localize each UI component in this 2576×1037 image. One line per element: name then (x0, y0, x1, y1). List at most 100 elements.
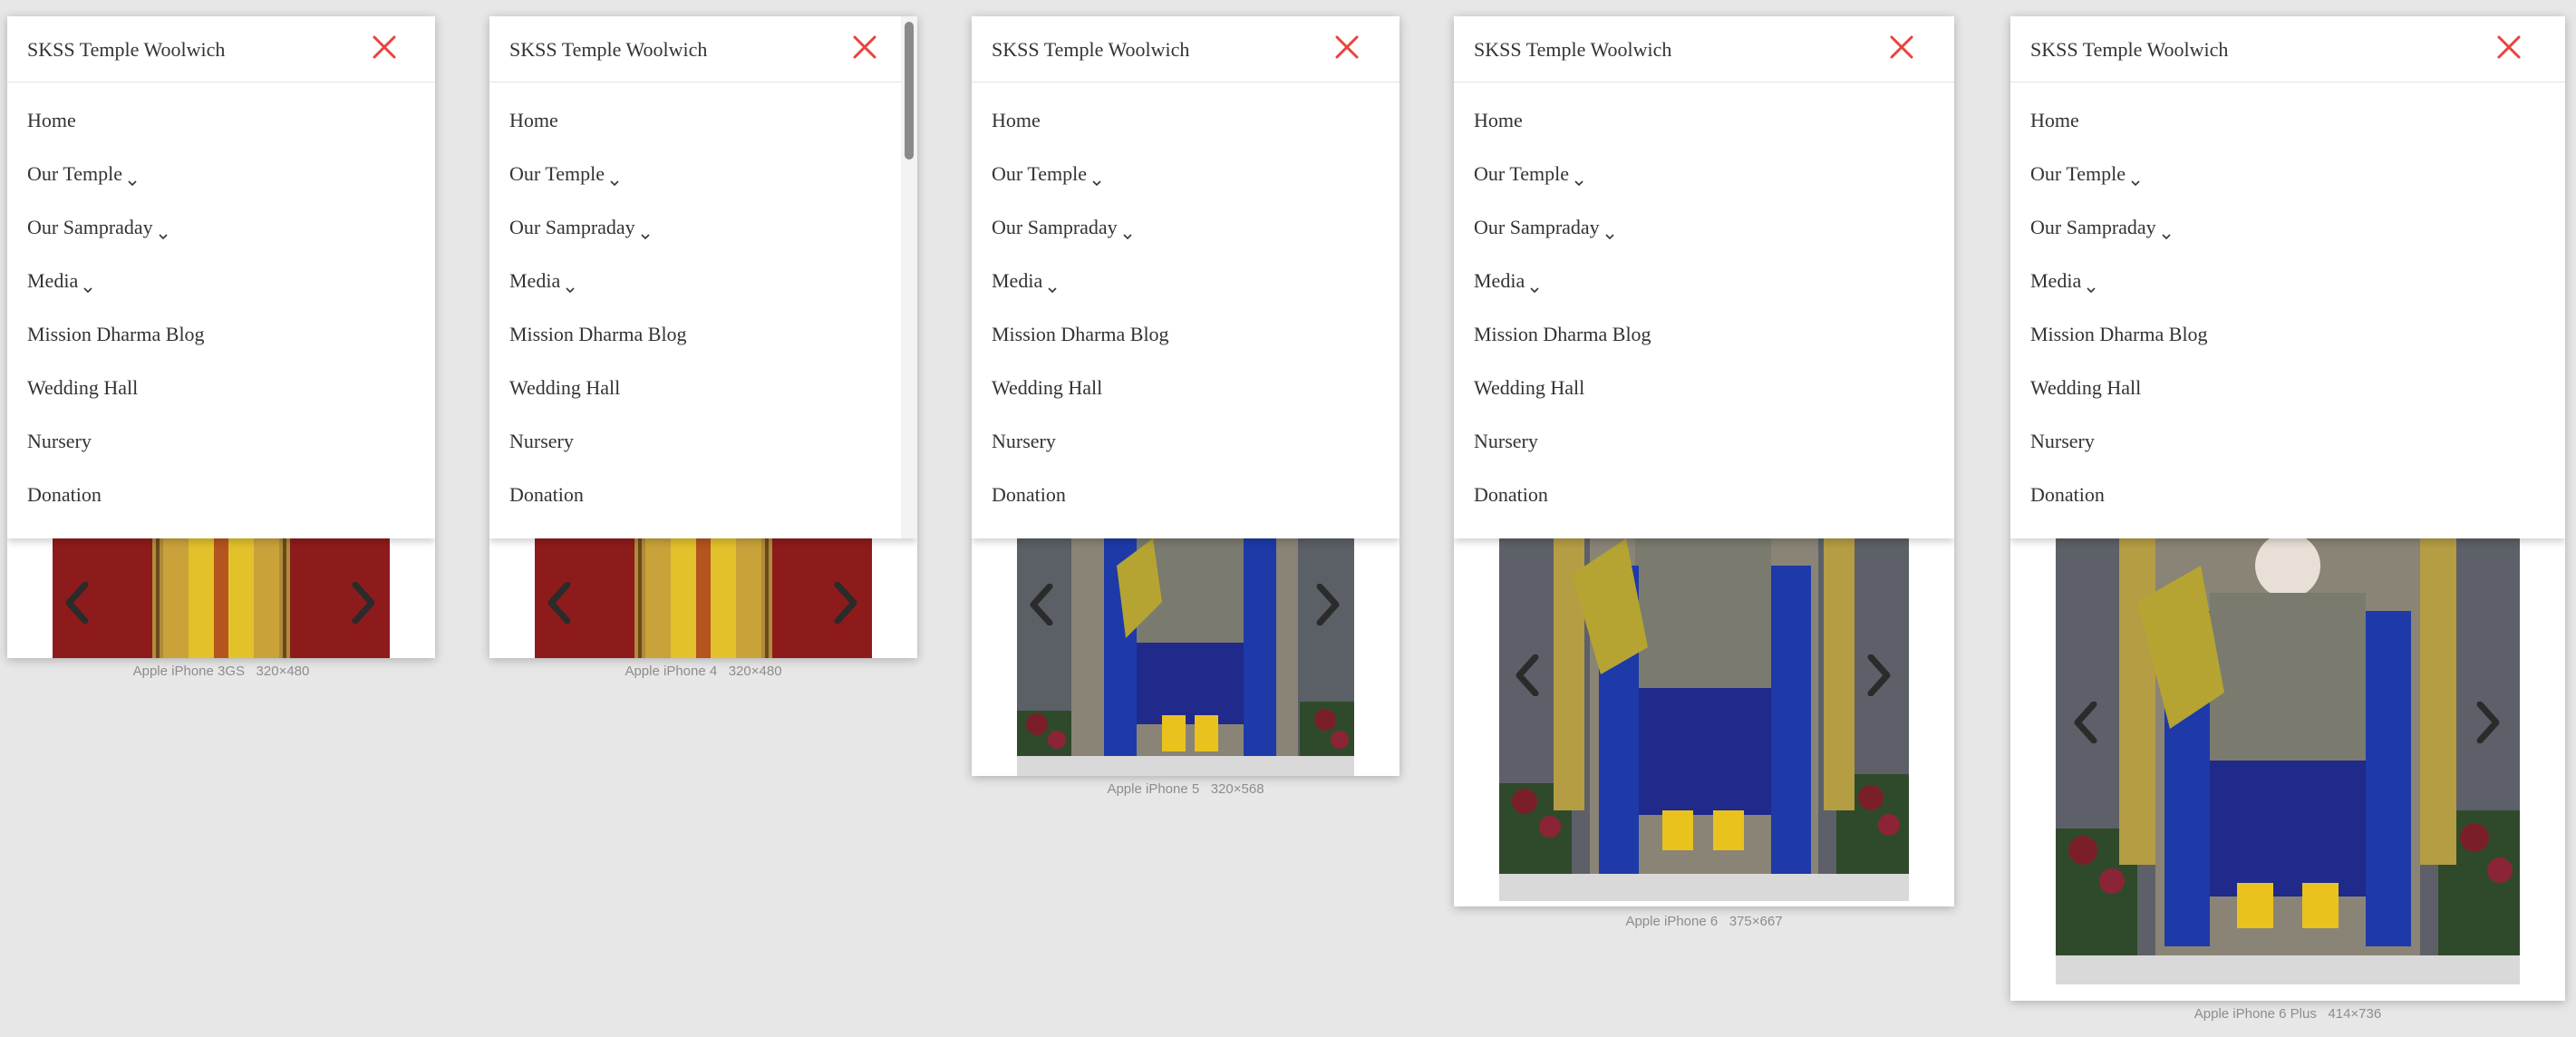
menu-item-our-temple[interactable]: Our Temple (1474, 162, 1651, 216)
menu-list: Home Our Temple Our Sampraday Media Miss… (509, 109, 687, 537)
menu-item-our-sampraday[interactable]: Our Sampraday (2030, 216, 2208, 269)
menu-item-media[interactable]: Media (27, 269, 205, 323)
chevron-right-icon[interactable] (1867, 654, 1891, 696)
chevron-right-icon[interactable] (2476, 702, 2500, 743)
menu-item-media[interactable]: Media (2030, 269, 2208, 323)
menu-item-mission-dharma-blog[interactable]: Mission Dharma Blog (2030, 323, 2208, 376)
site-title[interactable]: SKSS Temple Woolwich (1474, 38, 1671, 62)
menu-item-our-temple[interactable]: Our Temple (2030, 162, 2208, 216)
close-icon[interactable] (1887, 33, 1916, 62)
chevron-right-icon[interactable] (834, 582, 857, 624)
menu-header: SKSS Temple Woolwich (2010, 16, 2565, 82)
menu-item-home[interactable]: Home (1474, 109, 1651, 162)
chevron-right-icon[interactable] (352, 582, 375, 624)
slider-image (535, 538, 872, 658)
menu-item-our-temple[interactable]: Our Temple (992, 162, 1169, 216)
device-caption: Apple iPhone 3GS 320×480 (132, 664, 310, 679)
device-caption: Apple iPhone 6 375×667 (1625, 914, 1783, 929)
menu-item-mission-dharma-blog[interactable]: Mission Dharma Blog (1474, 323, 1651, 376)
menu-header: SKSS Temple Woolwich (7, 16, 435, 82)
menu-item-donation[interactable]: Donation (992, 483, 1169, 537)
chevron-left-icon[interactable] (1030, 584, 1053, 625)
chevron-down-icon (1574, 170, 1584, 187)
menu-item-our-temple[interactable]: Our Temple (27, 162, 205, 216)
chevron-down-icon (2130, 170, 2141, 187)
menu-item-donation[interactable]: Donation (2030, 483, 2208, 537)
scrollbar-thumb[interactable] (905, 22, 914, 160)
menu-item-nursery[interactable]: Nursery (27, 430, 205, 483)
chevron-down-icon (1047, 277, 1058, 294)
chevron-down-icon (1122, 224, 1133, 240)
menu-item-media[interactable]: Media (509, 269, 687, 323)
chevron-left-icon[interactable] (547, 582, 571, 624)
menu-item-nursery[interactable]: Nursery (2030, 430, 2208, 483)
menu-list: Home Our Temple Our Sampraday Media Miss… (27, 109, 205, 537)
chevron-right-icon[interactable] (1316, 584, 1340, 625)
chevron-down-icon (1091, 170, 1102, 187)
menu-item-wedding-hall[interactable]: Wedding Hall (992, 376, 1169, 430)
chevron-down-icon (82, 277, 93, 294)
close-icon[interactable] (370, 33, 399, 62)
menu-item-media[interactable]: Media (992, 269, 1169, 323)
device-caption: Apple iPhone 5 320×568 (1107, 781, 1264, 797)
menu-header: SKSS Temple Woolwich (1454, 16, 1954, 82)
chevron-down-icon (565, 277, 576, 294)
menu-item-wedding-hall[interactable]: Wedding Hall (1474, 376, 1651, 430)
menu-item-media[interactable]: Media (1474, 269, 1651, 323)
menu-item-nursery[interactable]: Nursery (1474, 430, 1651, 483)
menu-item-mission-dharma-blog[interactable]: Mission Dharma Blog (27, 323, 205, 376)
mobile-menu: SKSS Temple Woolwich Home Our Temple Our… (7, 16, 435, 538)
menu-item-home[interactable]: Home (509, 109, 687, 162)
slider-image (1499, 538, 1909, 901)
device-screen: SKSS Temple Woolwich Home Our Temple Our… (2010, 16, 2565, 1001)
chevron-down-icon (158, 224, 169, 240)
site-title[interactable]: SKSS Temple Woolwich (27, 38, 225, 62)
chevron-left-icon[interactable] (65, 582, 89, 624)
menu-item-wedding-hall[interactable]: Wedding Hall (509, 376, 687, 430)
site-title[interactable]: SKSS Temple Woolwich (2030, 38, 2228, 62)
close-icon[interactable] (850, 33, 879, 62)
menu-header: SKSS Temple Woolwich (972, 16, 1399, 82)
menu-item-donation[interactable]: Donation (509, 483, 687, 537)
menu-item-donation[interactable]: Donation (27, 483, 205, 537)
menu-item-home[interactable]: Home (2030, 109, 2208, 162)
chevron-down-icon (640, 224, 651, 240)
slider-image (2056, 538, 2520, 984)
device-screen: SKSS Temple Woolwich Home Our Temple Our… (972, 16, 1399, 776)
chevron-down-icon (127, 170, 138, 187)
menu-item-mission-dharma-blog[interactable]: Mission Dharma Blog (509, 323, 687, 376)
chevron-down-icon (1529, 277, 1540, 294)
menu-item-our-sampraday[interactable]: Our Sampraday (509, 216, 687, 269)
site-title[interactable]: SKSS Temple Woolwich (509, 38, 707, 62)
menu-item-our-temple[interactable]: Our Temple (509, 162, 687, 216)
close-icon[interactable] (2494, 33, 2523, 62)
mobile-menu: SKSS Temple Woolwich Home Our Temple Our… (2010, 16, 2565, 538)
device-caption: Apple iPhone 6 Plus 414×736 (2193, 1006, 2382, 1022)
menu-item-home[interactable]: Home (992, 109, 1169, 162)
menu-item-mission-dharma-blog[interactable]: Mission Dharma Blog (992, 323, 1169, 376)
site-title[interactable]: SKSS Temple Woolwich (992, 38, 1189, 62)
device-screen: SKSS Temple Woolwich Home Our Temple Our… (7, 16, 435, 658)
mobile-menu: SKSS Temple Woolwich Home Our Temple Our… (489, 16, 917, 538)
menu-scrollbar[interactable] (901, 16, 917, 538)
slider-image (53, 538, 390, 658)
menu-item-our-sampraday[interactable]: Our Sampraday (992, 216, 1169, 269)
chevron-left-icon[interactable] (1516, 654, 1539, 696)
menu-item-home[interactable]: Home (27, 109, 205, 162)
menu-item-donation[interactable]: Donation (1474, 483, 1651, 537)
menu-item-nursery[interactable]: Nursery (992, 430, 1169, 483)
mobile-menu: SKSS Temple Woolwich Home Our Temple Our… (972, 16, 1399, 538)
device-screen: SKSS Temple Woolwich Home Our Temple Our… (489, 16, 917, 658)
device-caption: Apple iPhone 4 320×480 (625, 664, 782, 679)
menu-item-nursery[interactable]: Nursery (509, 430, 687, 483)
menu-item-wedding-hall[interactable]: Wedding Hall (27, 376, 205, 430)
close-icon[interactable] (1332, 33, 1361, 62)
chevron-down-icon (2161, 224, 2172, 240)
chevron-down-icon (609, 170, 620, 187)
menu-item-our-sampraday[interactable]: Our Sampraday (27, 216, 205, 269)
menu-item-wedding-hall[interactable]: Wedding Hall (2030, 376, 2208, 430)
chevron-left-icon[interactable] (2074, 702, 2097, 743)
menu-header: SKSS Temple Woolwich (489, 16, 917, 82)
device-screen: SKSS Temple Woolwich Home Our Temple Our… (1454, 16, 1954, 906)
menu-item-our-sampraday[interactable]: Our Sampraday (1474, 216, 1651, 269)
